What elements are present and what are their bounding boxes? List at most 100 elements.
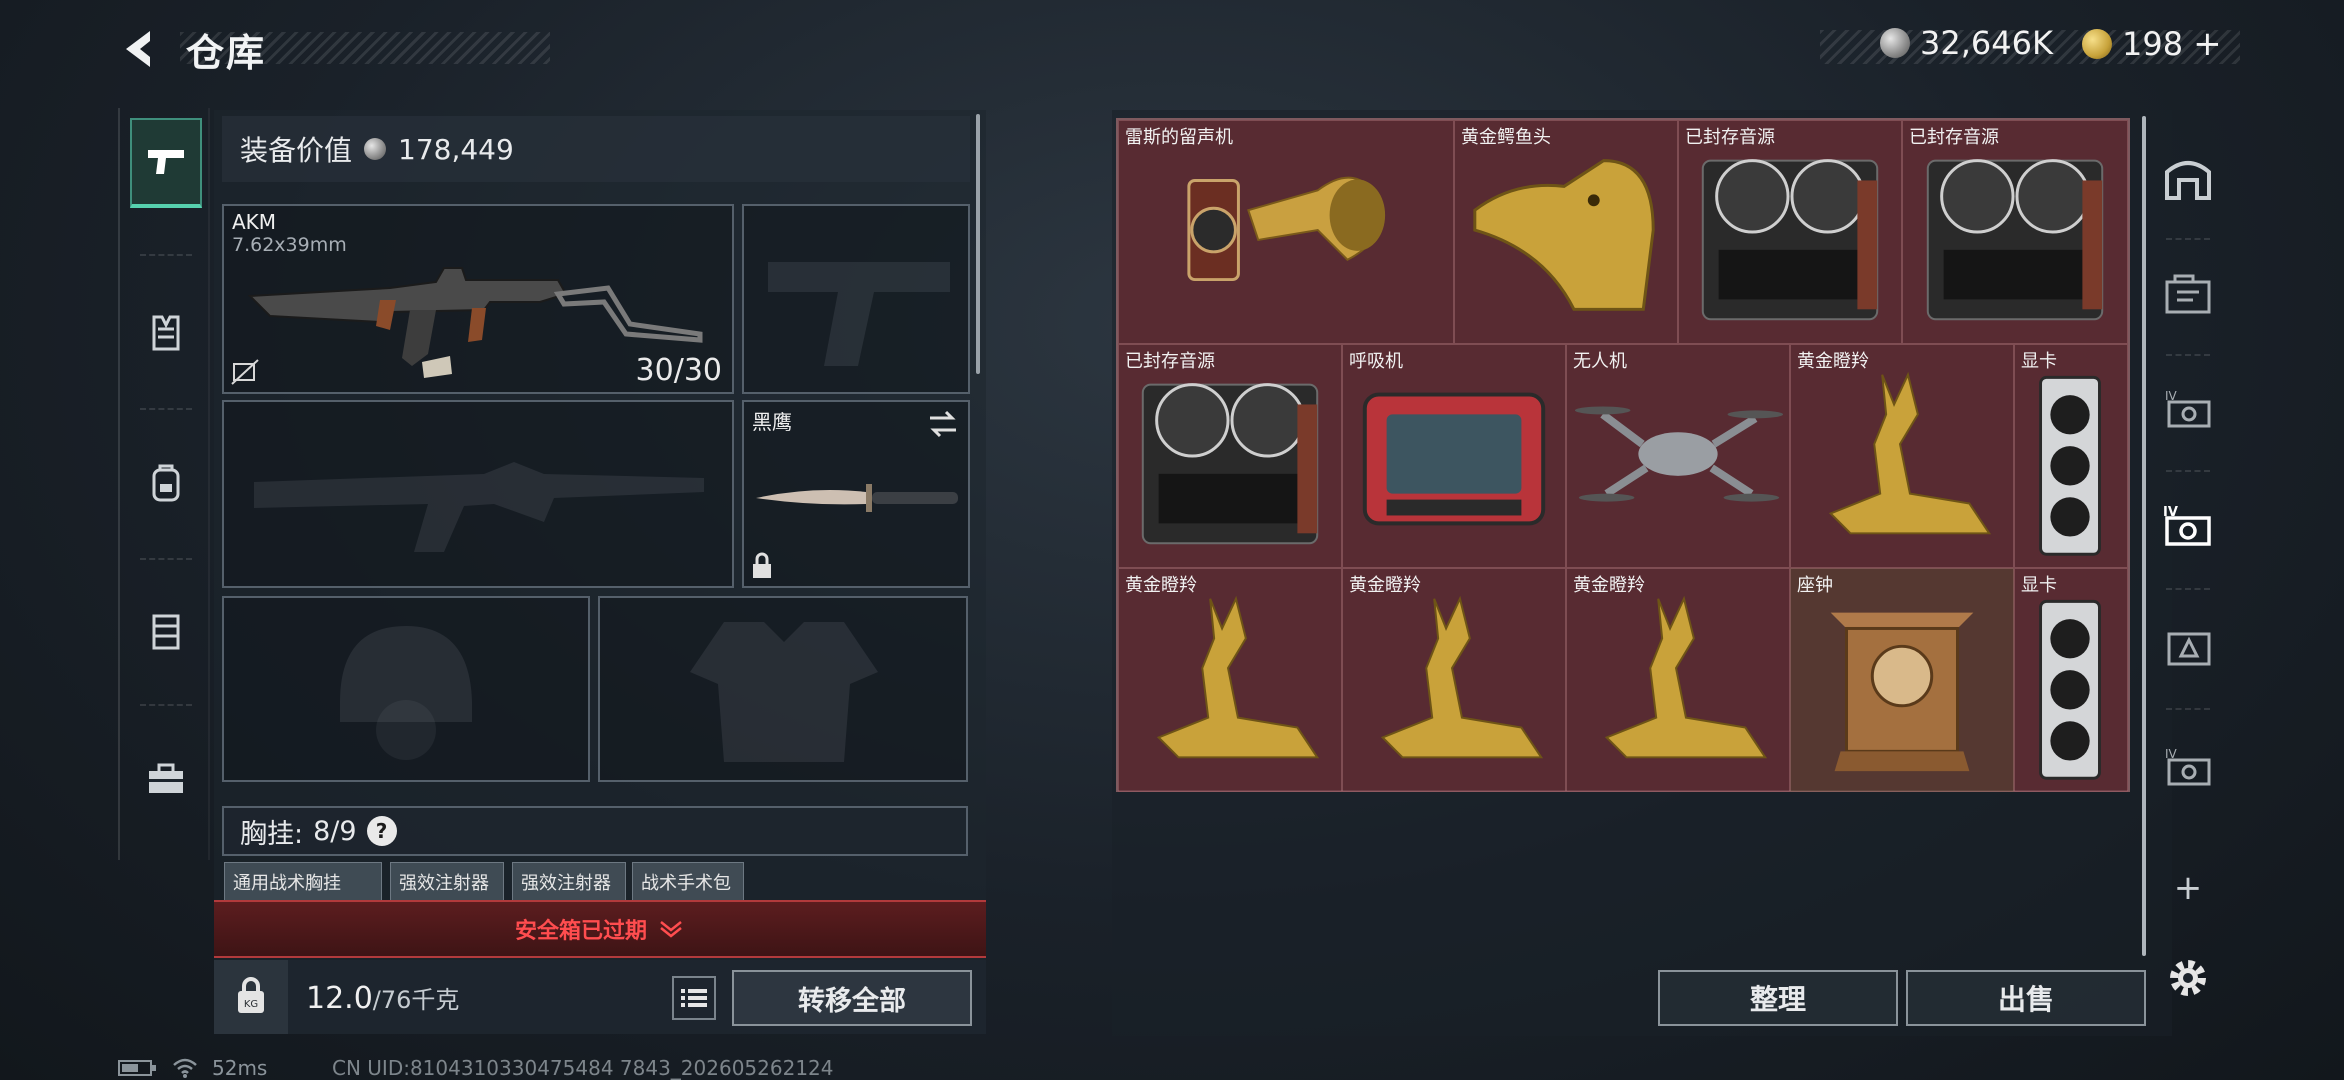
item-name: 已封存音源 [1125,351,1215,372]
gold-coin-icon [2082,29,2112,59]
rifle-placeholder-icon [254,462,704,552]
graphics-card-icon [2039,599,2101,780]
gold-crocodile-head-icon [1473,159,1655,311]
page-title: 仓库 [186,31,267,75]
drone-icon [1574,406,1784,502]
storage-item-sealed-tape[interactable]: 已封存音源 [1118,344,1342,568]
weight-max: /76千克 [372,986,460,1014]
chest-rig-bar: 胸挂: 8/9 ? [222,806,968,856]
storage-item-gpu[interactable]: 显卡 [2014,568,2128,792]
warehouse-icon [2165,161,2211,200]
equipment-scrollbar[interactable] [976,114,980,374]
storage-tab-2[interactable] [2160,266,2216,322]
container-icon [2165,274,2211,314]
gold-gazelle-icon [1156,595,1320,759]
add-storage-button[interactable]: + [2160,860,2216,916]
gramophone-icon [1187,176,1386,282]
rail-rig[interactable] [130,586,202,676]
storage-tab-4-active[interactable]: IV [2160,498,2216,554]
pistol-slot[interactable] [742,204,970,394]
battery-icon [118,1060,156,1076]
gear-icon [2170,960,2206,996]
storage-tab-5[interactable] [2160,618,2216,674]
item-name: 座钟 [1797,575,1833,596]
rig-item[interactable]: 通用战术胸挂 [224,862,382,902]
rig-item[interactable]: 战术手术包 [632,862,744,902]
rig-help-button[interactable]: ? [366,816,397,846]
settings-button[interactable] [2160,950,2216,1006]
case-warning-icon [2167,632,2211,666]
item-name: 呼吸机 [1349,351,1403,372]
lock-icon [753,552,771,578]
storage-item-gramophone[interactable]: 雷斯的留声机 [1118,120,1454,344]
storage-item-gold-croc-head[interactable]: 黄金鳄鱼头 [1454,120,1678,344]
storage-page-rail: IV IV IV + [2152,108,2224,1038]
rail-backpack[interactable] [130,438,202,528]
storage-item-gold-gazelle[interactable]: 黄金瞪羚 [1342,568,1566,792]
ventilator-icon [1362,392,1546,526]
swap-icon[interactable] [926,410,960,438]
storage-item-gpu[interactable]: 显卡 [2014,344,2128,568]
storage-item-clock[interactable]: 座钟 [1790,568,2014,792]
item-name: 雷斯的留声机 [1125,127,1233,148]
helmet-placeholder-icon [340,626,472,760]
rig-label: 胸挂: [240,818,304,850]
item-name: 显卡 [2021,351,2057,372]
storage-scrollbar[interactable] [2142,116,2146,956]
storage-tab-3[interactable]: IV [2160,380,2216,436]
equipment-value: 178,449 [398,132,514,166]
sort-button[interactable]: 整理 [1658,970,1898,1026]
storage-tab-6[interactable]: IV [2160,738,2216,794]
equipment-value-label: 装备价值 [240,134,353,167]
pistol-placeholder-icon [768,262,950,366]
armor-slot[interactable] [598,596,968,782]
equipment-value-bar: 装备价值 178,449 [222,116,970,182]
storage-tab-main[interactable] [2160,150,2216,206]
secondary-weapon-slot[interactable] [222,400,734,588]
weight-current: 12.0 [306,981,373,1016]
gold-gazelle-icon [1380,595,1544,759]
storage-item-gold-gazelle[interactable]: 黄金瞪羚 [1566,568,1790,792]
storage-item-gold-gazelle[interactable]: 黄金瞪羚 [1118,568,1342,792]
reel-to-reel-icon [1701,159,1879,321]
primary-weapon-ammo: 30/30 [635,353,722,388]
svg-text:KG: KG [244,999,258,1010]
chevron-down-icon [660,921,682,938]
melee-slot[interactable]: 黑鹰 [742,400,970,588]
rail-weapons[interactable] [130,118,202,208]
silver-amount: 32,646K [1920,24,2053,62]
rail-safebox[interactable] [130,734,202,824]
equipment-category-rail [118,108,210,860]
knife-icon [756,484,958,512]
item-name: 黄金瞪羚 [1573,575,1645,596]
gold-gazelle-icon [1828,371,1992,535]
primary-weapon-slot[interactable]: AKM 7.62x39mm 30/30 [222,204,734,394]
rig-item[interactable]: 强效注射器 [390,862,504,902]
table-clock-icon [1830,612,1974,772]
list-icon [681,989,707,1007]
storage-item-sealed-tape[interactable]: 已封存音源 [1678,120,1902,344]
graphics-card-icon [2039,375,2101,556]
item-name: 黄金瞪羚 [1797,351,1869,372]
add-currency-button[interactable]: + [2193,24,2222,64]
silver-coin-icon [1880,28,1910,58]
storage-item-ventilator[interactable]: 呼吸机 [1342,344,1566,568]
rail-armor[interactable] [130,288,202,378]
device-status: 52ms [118,1056,267,1080]
gold-currency[interactable]: 198 + [2082,24,2222,64]
back-button[interactable] [118,26,162,72]
item-name: 显卡 [2021,575,2057,596]
sell-button[interactable]: 出售 [1906,970,2146,1026]
melee-name: 黑鹰 [752,410,792,434]
list-view-button[interactable] [672,976,716,1020]
transfer-all-button[interactable]: 转移全部 [732,970,972,1026]
storage-item-drone[interactable]: 无人机 [1566,344,1790,568]
item-name: 已封存音源 [1909,127,1999,148]
rig-item[interactable]: 强效注射器 [512,862,626,902]
storage-grid: 雷斯的留声机 黄金鳄鱼头 已封存音源 已封存音源 已封存音源 呼吸机 无人机 黄… [1116,118,2130,792]
storage-item-gold-gazelle[interactable]: 黄金瞪羚 [1790,344,2014,568]
storage-item-sealed-tape[interactable]: 已封存音源 [1902,120,2128,344]
safebox-expired-banner[interactable]: 安全箱已过期 [214,900,986,958]
helmet-slot[interactable] [222,596,590,782]
silver-coin-icon [364,138,387,160]
